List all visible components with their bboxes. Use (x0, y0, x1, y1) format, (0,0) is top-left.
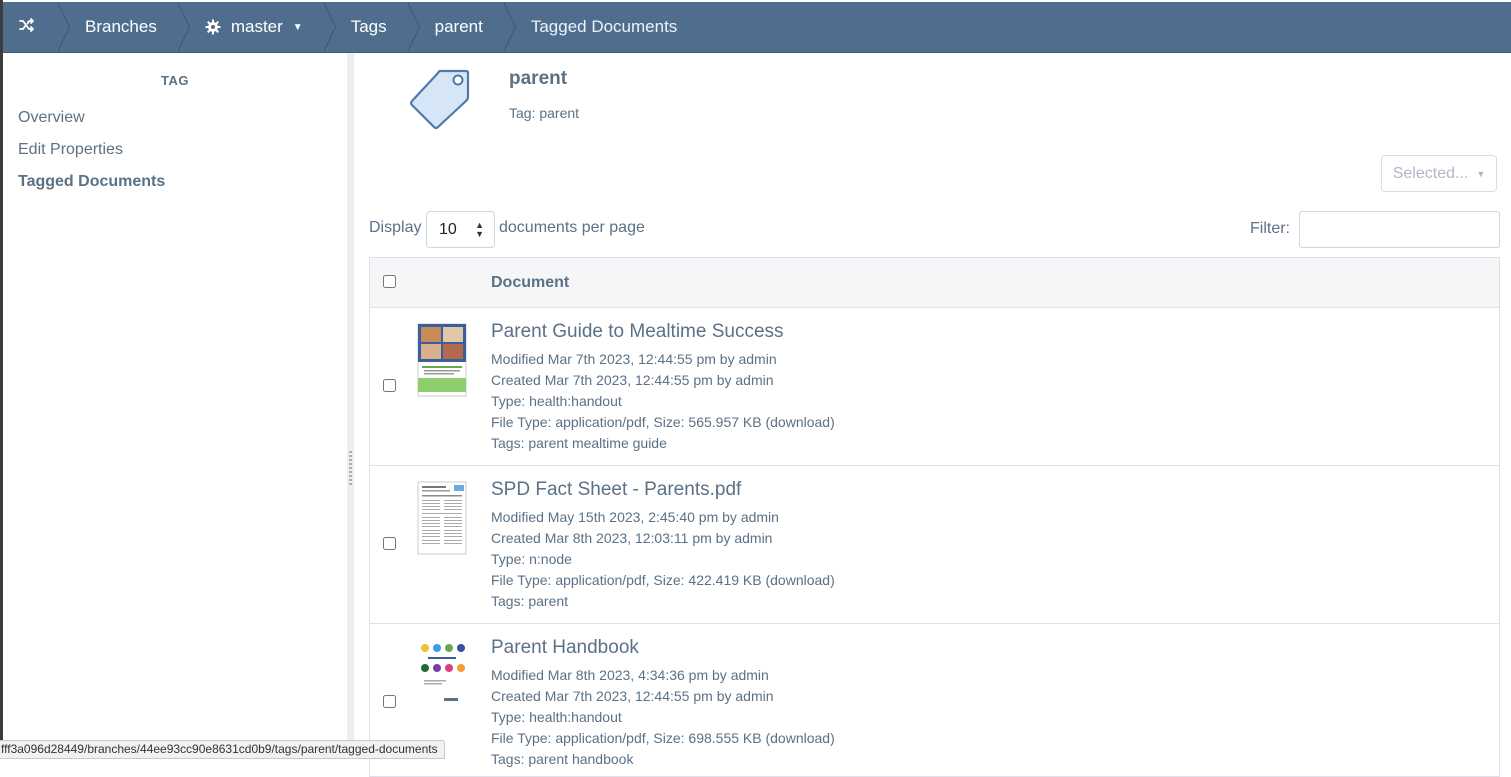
document-type: Type: n:node (491, 551, 572, 567)
select-all-checkbox[interactable] (383, 275, 396, 288)
main-content: parent Tag: parent Selected... ▼ Display… (354, 53, 1511, 777)
breadcrumb-current: Tagged Documents (503, 2, 697, 52)
document-title-link[interactable]: SPD Fact Sheet - Parents.pdf (491, 479, 741, 501)
document-meta: Modified May 15th 2023, 2:45:40 pm by ad… (491, 507, 835, 612)
document-title-link[interactable]: Parent Guide to Mealtime Success (491, 321, 784, 343)
document-modified: Modified Mar 7th 2023, 12:44:55 pm by ad… (491, 351, 777, 367)
breadcrumb-label: parent (434, 17, 483, 36)
drag-handle-icon (349, 451, 352, 485)
row-checkbox[interactable] (383, 379, 396, 392)
selected-actions-button[interactable]: Selected... ▼ (1381, 155, 1497, 192)
tag-icon (406, 67, 472, 131)
document-tags: Tags: parent handbook (491, 751, 634, 767)
breadcrumb-label: Tags (350, 17, 387, 36)
document-created: Created Mar 7th 2023, 12:44:55 pm by adm… (491, 688, 774, 704)
breadcrumb-branches[interactable]: Branches (57, 2, 190, 52)
document-tags: Tags: parent (491, 593, 569, 609)
sidebar-heading: TAG (161, 73, 189, 88)
sidebar-item-overview[interactable]: Overview (3, 102, 347, 134)
caret-down-icon: ▼ (1476, 168, 1486, 179)
document-file-info: File Type: application/pdf, Size: 422.41… (491, 572, 835, 588)
gear-icon (205, 19, 221, 35)
status-bar-url: fff3a096d28449/branches/44ee93cc90e8631c… (0, 740, 445, 759)
breadcrumb: Branches master ▼ Tags parent Tagged Doc… (3, 2, 1511, 53)
document-thumbnail[interactable] (414, 480, 470, 556)
document-modified: Modified Mar 8th 2023, 4:34:36 pm by adm… (491, 667, 769, 683)
sidebar-nav: Overview Edit Properties Tagged Document… (3, 102, 347, 198)
document-modified: Modified May 15th 2023, 2:45:40 pm by ad… (491, 509, 779, 525)
document-type: Type: health:handout (491, 709, 622, 725)
table-header: Document (370, 258, 1499, 308)
table-row: SPD Fact Sheet - Parents.pdf Modified Ma… (370, 466, 1499, 624)
caret-down-icon: ▼ (292, 21, 303, 33)
per-page-select[interactable]: 10 ▲ ▼ (426, 211, 495, 248)
panel-splitter[interactable] (347, 53, 354, 757)
select-arrows-icon: ▲ ▼ (475, 220, 484, 239)
filter-input[interactable] (1299, 211, 1500, 248)
document-thumbnail[interactable] (414, 322, 470, 398)
per-page-label: documents per page (499, 219, 645, 236)
document-title-link[interactable]: Parent Handbook (491, 637, 639, 659)
sidebar: TAG Overview Edit Properties Tagged Docu… (3, 53, 348, 757)
breadcrumb-parent[interactable]: parent (407, 2, 517, 52)
shuffle-icon (19, 17, 35, 37)
home-button[interactable] (3, 2, 70, 52)
document-file-info: File Type: application/pdf, Size: 565.95… (491, 414, 835, 430)
row-checkbox[interactable] (383, 695, 396, 708)
breadcrumb-label: Branches (85, 17, 157, 36)
sidebar-item-tagged-documents[interactable]: Tagged Documents (3, 166, 347, 198)
branch-selector[interactable]: master ▼ (177, 2, 336, 52)
display-label: Display (369, 219, 422, 236)
column-header-document: Document (491, 274, 570, 291)
filter-label: Filter: (1250, 220, 1290, 237)
document-type: Type: health:handout (491, 393, 622, 409)
document-meta: Modified Mar 8th 2023, 4:34:36 pm by adm… (491, 665, 835, 770)
document-created: Created Mar 7th 2023, 12:44:55 pm by adm… (491, 372, 774, 388)
row-checkbox[interactable] (383, 537, 396, 550)
document-meta: Modified Mar 7th 2023, 12:44:55 pm by ad… (491, 349, 835, 454)
sidebar-item-edit-properties[interactable]: Edit Properties (3, 134, 347, 166)
document-file-info: File Type: application/pdf, Size: 698.55… (491, 730, 835, 746)
per-page-value: 10 (439, 220, 457, 238)
documents-table: Document Parent Guide to Mealtime Succes… (369, 257, 1500, 777)
table-row: Parent Handbook Modified Mar 8th 2023, 4… (370, 624, 1499, 776)
document-tags: Tags: parent mealtime guide (491, 435, 667, 451)
breadcrumb-label: master (230, 17, 283, 36)
table-row: Parent Guide to Mealtime Success Modifie… (370, 308, 1499, 466)
page-title: parent (509, 68, 568, 89)
document-created: Created Mar 8th 2023, 12:03:11 pm by adm… (491, 530, 773, 546)
document-thumbnail[interactable] (414, 638, 470, 714)
breadcrumb-label: Tagged Documents (530, 17, 678, 36)
page-subtitle: Tag: parent (509, 105, 580, 121)
selected-actions-label: Selected... (1392, 164, 1469, 182)
